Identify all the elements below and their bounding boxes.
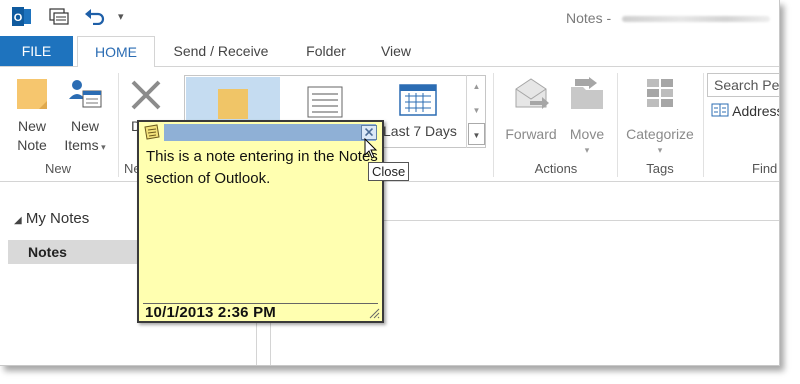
gallery-down-icon[interactable]: ▼ <box>467 99 486 123</box>
redacted-account-name <box>622 16 770 22</box>
group-separator <box>703 73 704 177</box>
new-items-label-1: New <box>70 118 99 134</box>
ribbon-tabs: FILE HOME Send / Receive Folder View <box>0 36 779 67</box>
note-title-bar[interactable] <box>139 122 382 143</box>
note-menu-icon[interactable] <box>143 124 161 141</box>
address-book-button[interactable]: Address <box>711 103 780 119</box>
last-7-days-calendar-icon[interactable] <box>399 82 437 116</box>
forward-mail-icon <box>515 78 549 109</box>
move-button[interactable]: Move ▾ <box>564 75 610 157</box>
dropdown-arrow-icon: ▾ <box>98 142 106 152</box>
svg-text:O: O <box>14 12 23 24</box>
note-body-text[interactable]: This is a note entering in the Notes sec… <box>146 146 378 190</box>
group-separator <box>493 73 494 177</box>
my-notes-header[interactable]: ◢ My Notes <box>14 210 89 227</box>
search-people-input[interactable]: Search Peo <box>707 73 779 97</box>
gallery-more-icon[interactable]: ▼ <box>468 123 485 145</box>
forward-button[interactable]: Forward <box>500 75 562 157</box>
close-tooltip: Close <box>368 162 410 181</box>
tab-home[interactable]: HOME <box>77 36 155 67</box>
group-label-find: Find <box>752 161 778 176</box>
tab-view[interactable]: View <box>370 36 422 66</box>
categorize-button[interactable]: Categorize ▾ <box>622 75 698 157</box>
sticky-note-icon <box>17 79 47 109</box>
group-label-actions: Actions <box>534 161 578 176</box>
address-book-icon <box>711 103 729 117</box>
icon-view-icon <box>218 89 248 119</box>
new-note-label-2: Note <box>17 137 47 153</box>
title-bar: O ▾ Notes - <box>0 0 779 34</box>
notes-list-view-icon[interactable] <box>307 86 343 118</box>
new-items-label-2: Items <box>64 137 99 153</box>
address-book-label: Address <box>732 103 780 119</box>
navigation-pane: ◢ My Notes Notes <box>0 182 137 365</box>
new-items-icon <box>69 80 102 108</box>
view-gallery-scroller: ▲ ▼ ▼ <box>466 75 486 148</box>
undo-icon[interactable] <box>84 7 106 25</box>
new-note-label-1: New <box>17 118 46 134</box>
tab-send-receive[interactable]: Send / Receive <box>162 36 280 66</box>
delete-x-icon <box>131 80 161 110</box>
collapse-triangle-icon: ◢ <box>14 215 22 226</box>
send-receive-all-icon[interactable] <box>49 8 69 25</box>
group-separator <box>617 73 618 177</box>
outlook-window: O ▾ Notes - FILE HOME Send / Receive Fol… <box>0 0 780 366</box>
sticky-note-window[interactable]: This is a note entering in the Notes sec… <box>137 120 384 323</box>
tab-folder[interactable]: Folder <box>292 36 360 66</box>
move-dropdown-icon: ▾ <box>584 145 590 155</box>
resize-grip-icon[interactable] <box>368 307 380 319</box>
outlook-app-icon[interactable]: O <box>11 7 32 26</box>
tab-file[interactable]: FILE <box>0 36 73 66</box>
categorize-grid-icon <box>647 79 673 107</box>
new-note-button[interactable]: New Note <box>10 75 54 157</box>
group-label-tags: Tags <box>646 161 674 176</box>
folder-notes[interactable]: Notes <box>8 240 137 264</box>
customize-qat-icon[interactable]: ▾ <box>118 10 124 23</box>
mouse-pointer-icon <box>364 138 378 159</box>
move-folder-icon <box>571 77 603 109</box>
note-drag-bar[interactable] <box>164 124 376 141</box>
forward-label: Forward <box>505 126 557 142</box>
group-label-new: New <box>44 161 71 176</box>
group-separator <box>118 73 119 177</box>
note-timestamp: 10/1/2013 2:36 PM <box>145 304 276 321</box>
new-items-button[interactable]: New Items ▾ <box>60 75 110 157</box>
last-7-days-label[interactable]: Last 7 Days <box>383 123 457 139</box>
window-title: Notes - <box>566 10 612 26</box>
gallery-up-icon[interactable]: ▲ <box>467 75 486 99</box>
my-notes-label: My Notes <box>25 210 90 227</box>
categorize-dropdown-icon: ▾ <box>657 145 663 155</box>
